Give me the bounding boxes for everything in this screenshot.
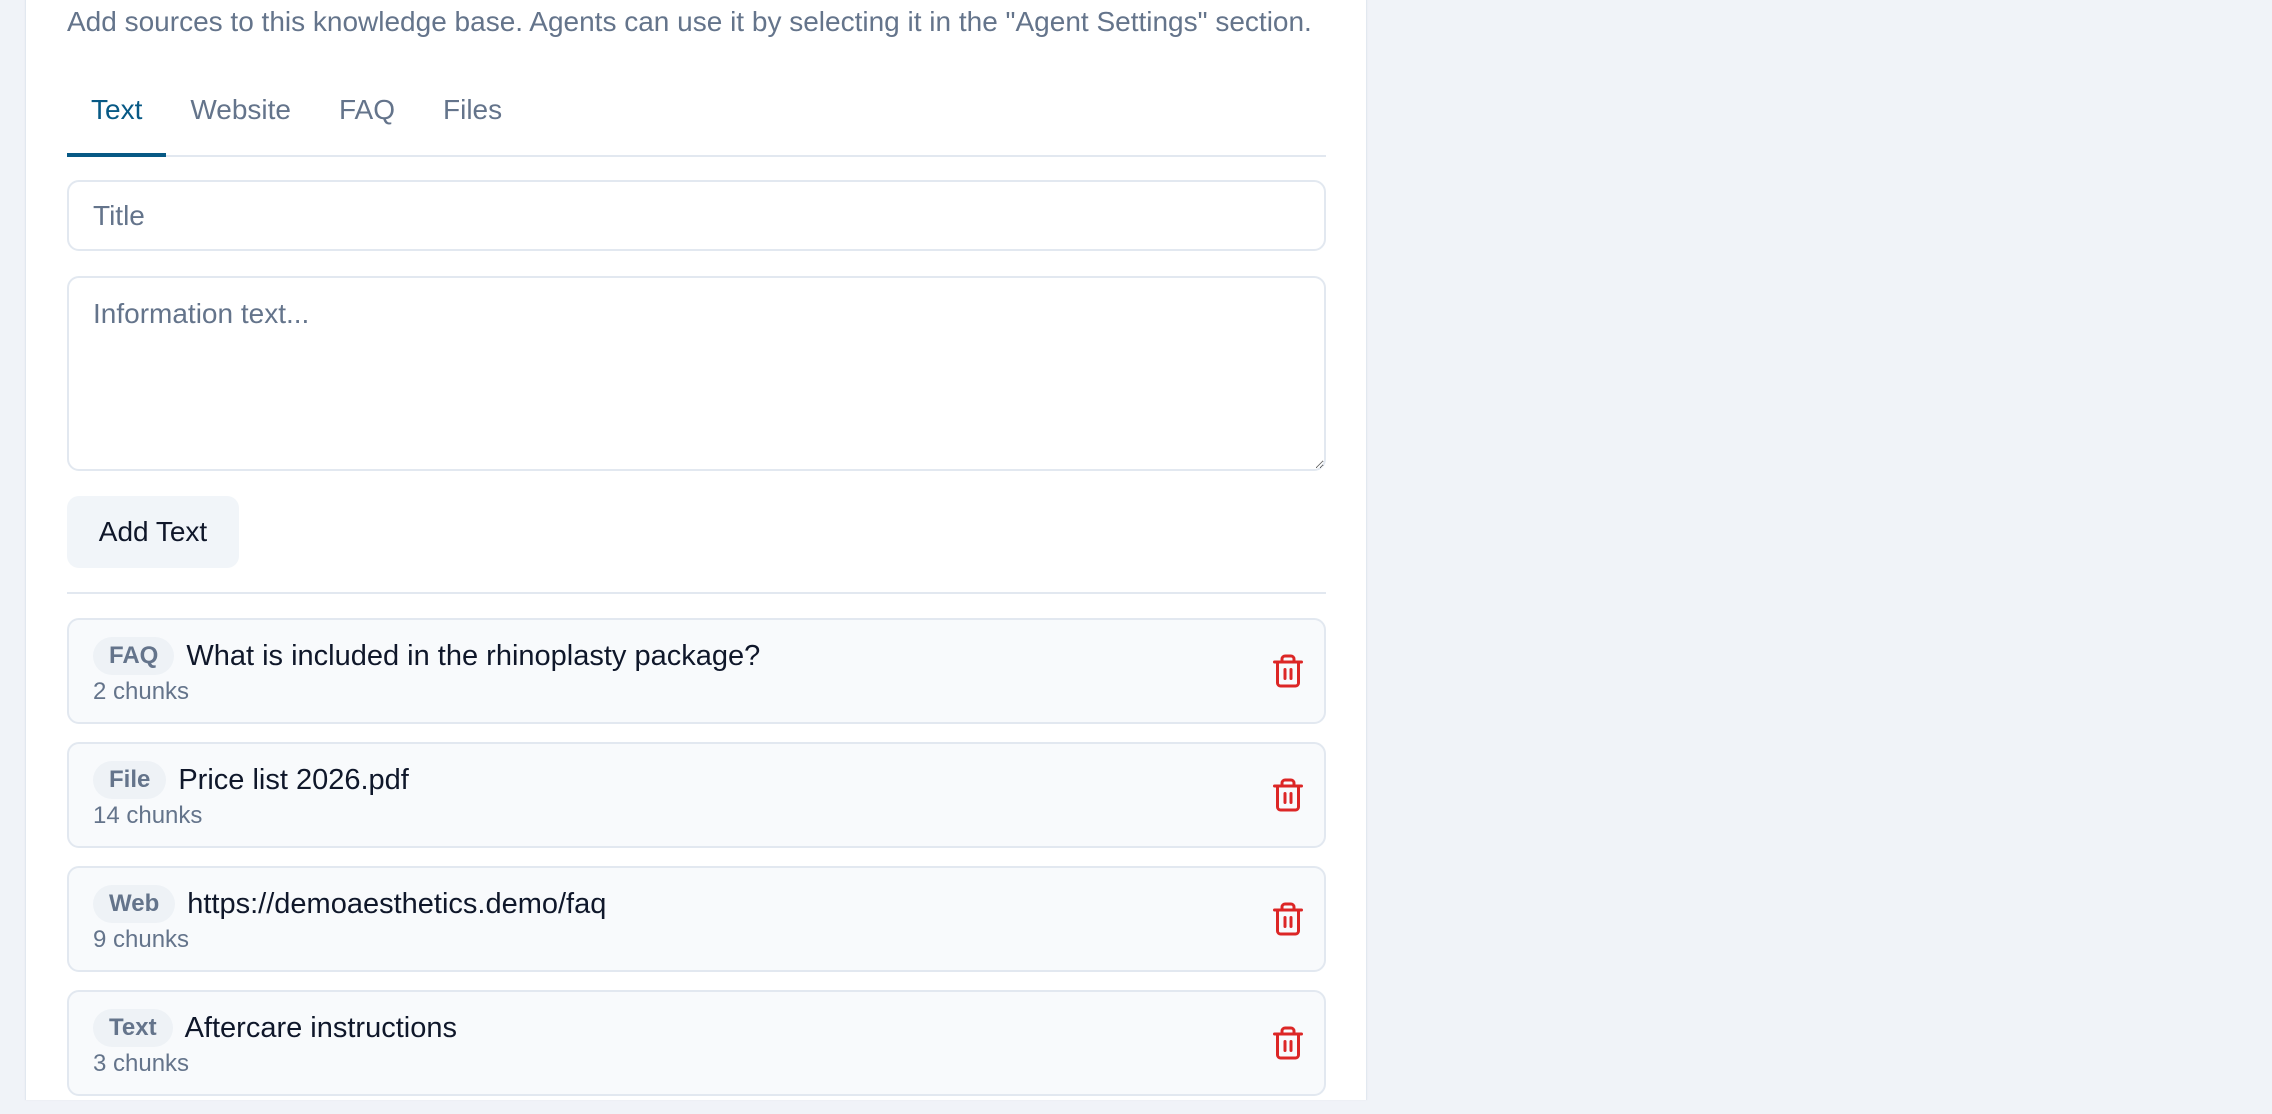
- knowledge-base-description: Add sources to this knowledge base. Agen…: [67, 6, 1312, 37]
- source-title: What is included in the rhinoplasty pack…: [186, 639, 761, 672]
- source-type-badge: FAQ: [93, 637, 175, 675]
- add-text-button[interactable]: Add Text: [67, 496, 239, 568]
- source-chunk-count: 2 chunks: [93, 678, 190, 705]
- source-chunk-count: 9 chunks: [93, 926, 190, 953]
- source-header: Text Aftercare instructions: [93, 1009, 457, 1047]
- source-type-tabs: Text Website FAQ Files: [67, 79, 1326, 157]
- source-chunk-count: 14 chunks: [93, 802, 203, 829]
- trash-icon: [1273, 902, 1303, 936]
- source-item: Text Aftercare instructions 3 chunks: [67, 990, 1326, 1096]
- source-type-badge: Web: [93, 885, 176, 923]
- trash-icon: [1273, 1026, 1303, 1060]
- tab-website[interactable]: Website: [166, 79, 315, 155]
- source-header: File Price list 2026.pdf: [93, 761, 409, 799]
- divider: [67, 592, 1326, 594]
- trash-icon: [1273, 778, 1303, 812]
- knowledge-base-panel: Add sources to this knowledge base. Agen…: [25, 0, 1367, 1100]
- source-title: Aftercare instructions: [184, 1011, 457, 1044]
- source-header: FAQ What is included in the rhinoplasty …: [93, 637, 760, 675]
- delete-source-button[interactable]: [1270, 1025, 1306, 1061]
- title-input[interactable]: [67, 180, 1326, 251]
- tab-text[interactable]: Text: [67, 79, 167, 157]
- information-text-input[interactable]: [67, 276, 1326, 471]
- trash-icon: [1273, 654, 1303, 688]
- source-item: File Price list 2026.pdf 14 chunks: [67, 742, 1326, 848]
- delete-source-button[interactable]: [1270, 777, 1306, 813]
- source-title: https://demoaesthetics.demo/faq: [187, 887, 607, 920]
- source-chunk-count: 3 chunks: [93, 1050, 190, 1077]
- delete-source-button[interactable]: [1270, 901, 1306, 937]
- source-header: Web https://demoaesthetics.demo/faq: [93, 885, 606, 923]
- source-type-badge: Text: [93, 1009, 173, 1047]
- source-list: FAQ What is included in the rhinoplasty …: [67, 618, 1326, 1114]
- tab-files[interactable]: Files: [419, 79, 526, 155]
- source-title: Price list 2026.pdf: [178, 763, 409, 796]
- source-type-badge: File: [93, 761, 167, 799]
- delete-source-button[interactable]: [1270, 653, 1306, 689]
- source-item: Web https://demoaesthetics.demo/faq 9 ch…: [67, 866, 1326, 972]
- tab-faq[interactable]: FAQ: [315, 79, 419, 155]
- source-item: FAQ What is included in the rhinoplasty …: [67, 618, 1326, 724]
